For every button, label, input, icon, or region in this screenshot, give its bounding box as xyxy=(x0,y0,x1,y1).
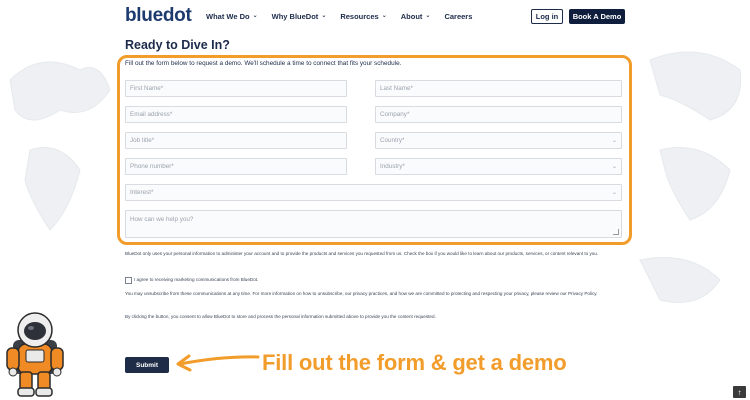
nav-about[interactable]: About ⌄ xyxy=(401,12,431,21)
main-nav: What We Do ⌄ Why BlueDot ⌄ Resources ⌄ Abou… xyxy=(206,12,472,21)
country-placeholder: Country* xyxy=(380,137,405,144)
nav-resources[interactable]: Resources ⌄ xyxy=(340,12,386,21)
bluedot-logo[interactable]: bluedot xyxy=(125,5,192,27)
interest-select[interactable]: Interest* ⌄ xyxy=(125,184,622,201)
astronaut-icon xyxy=(6,312,64,397)
industry-placeholder: Industry* xyxy=(380,163,405,170)
nav-label: Why BlueDot xyxy=(271,12,319,21)
chevron-down-icon: ⌄ xyxy=(611,164,617,170)
message-textarea[interactable]: How can we help you? xyxy=(125,210,622,238)
company-input[interactable]: Company* xyxy=(375,106,622,123)
first-name-input[interactable]: First Name* xyxy=(125,80,347,97)
callout-text: Fill out the form & get a demo xyxy=(262,350,567,375)
chevron-down-icon: ⌄ xyxy=(252,13,258,19)
nav-careers[interactable]: Careers xyxy=(444,12,472,21)
last-name-input[interactable]: Last Name* xyxy=(375,80,622,97)
chevron-down-icon: ⌄ xyxy=(425,13,431,19)
book-demo-button[interactable]: Book A Demo xyxy=(569,9,625,24)
marketing-consent-checkbox[interactable] xyxy=(125,277,132,284)
form-intro: Fill out the form below to request a dem… xyxy=(125,60,402,67)
login-button[interactable]: Log in xyxy=(531,9,563,24)
privacy-notice: BlueDot only uses your personal informat… xyxy=(125,251,599,256)
scroll-to-top-button[interactable]: ↑ xyxy=(733,386,746,398)
chevron-down-icon: ⌄ xyxy=(611,138,617,144)
consent-notice: By clicking the button, you consent to a… xyxy=(125,314,436,319)
interest-placeholder: Interest* xyxy=(130,189,154,196)
marketing-consent-label: I agree to receiving marketing communica… xyxy=(134,277,259,282)
email-input[interactable]: Email address* xyxy=(125,106,347,123)
phone-input[interactable]: Phone number* xyxy=(125,158,347,175)
chevron-down-icon: ⌄ xyxy=(611,190,617,196)
message-placeholder: How can we help you? xyxy=(130,216,194,223)
nav-what-we-do[interactable]: What We Do ⌄ xyxy=(206,12,258,21)
page-title: Ready to Dive In? xyxy=(125,38,230,52)
nav-label: Resources xyxy=(340,12,379,21)
chevron-down-icon: ⌄ xyxy=(381,13,387,19)
industry-select[interactable]: Industry* ⌄ xyxy=(375,158,622,175)
nav-why-bluedot[interactable]: Why BlueDot ⌄ xyxy=(272,12,327,21)
unsubscribe-notice: You may unsubscribe from these communica… xyxy=(125,291,598,296)
arrow-left-icon xyxy=(176,354,260,372)
chevron-down-icon: ⌄ xyxy=(321,13,327,19)
nav-label: About xyxy=(400,12,423,21)
nav-label: What We Do xyxy=(206,12,250,21)
job-title-input[interactable]: Job title* xyxy=(125,132,347,149)
nav-label: Careers xyxy=(444,12,473,21)
country-select[interactable]: Country* ⌄ xyxy=(375,132,622,149)
submit-button[interactable]: Submit xyxy=(125,357,169,373)
resize-handle-icon[interactable] xyxy=(613,229,619,235)
arrow-up-icon: ↑ xyxy=(737,387,742,397)
